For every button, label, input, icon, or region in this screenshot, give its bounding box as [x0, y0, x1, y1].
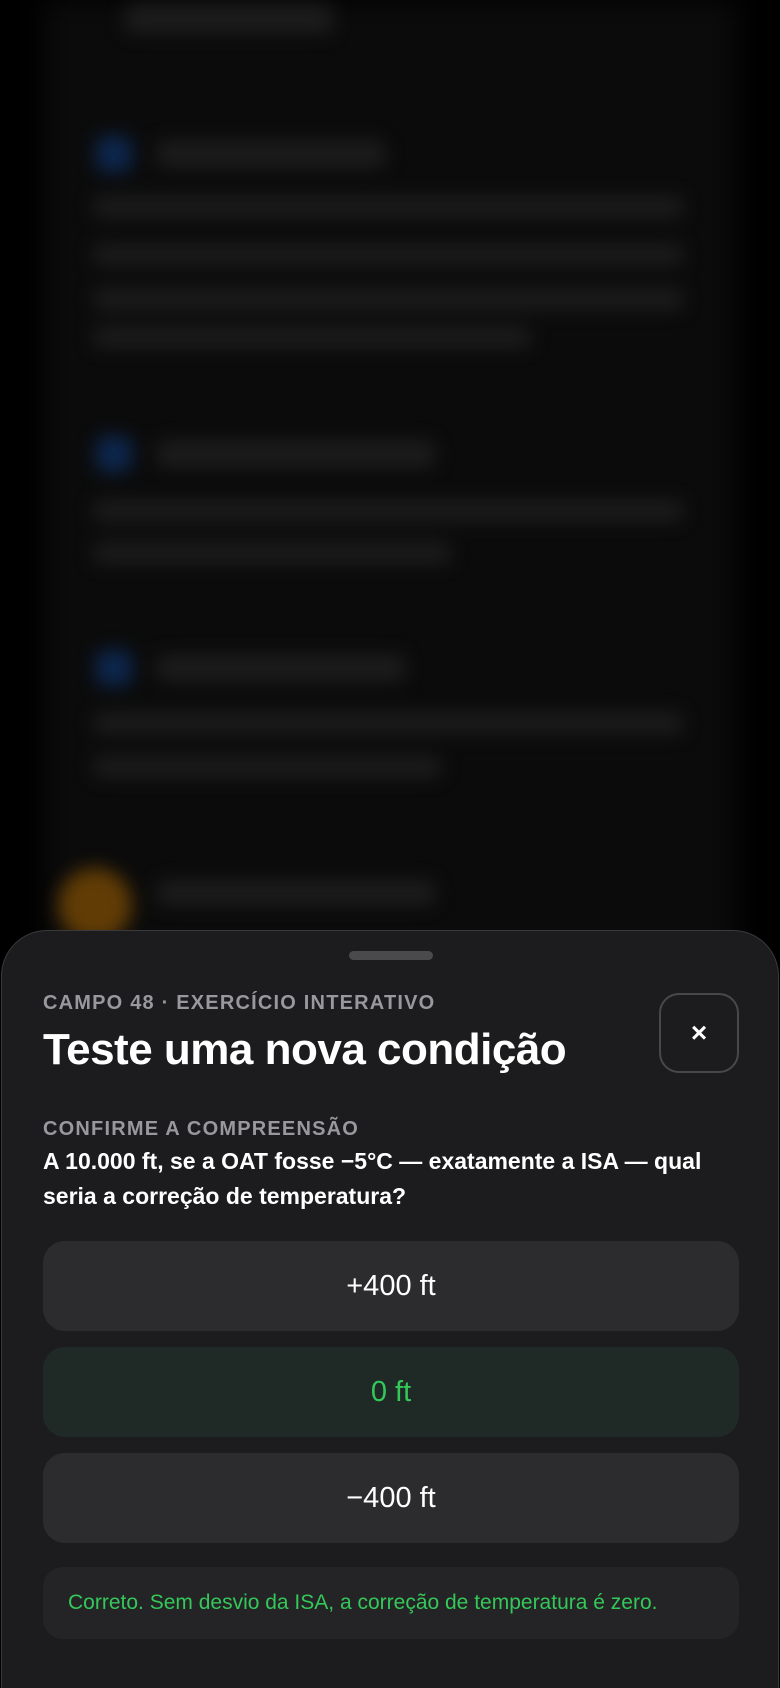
- answer-option-plus-400[interactable]: +400 ft: [43, 1241, 739, 1331]
- blurred-text: [92, 244, 684, 266]
- blurred-content: [0, 0, 780, 960]
- section-label: CONFIRME A COMPREENSÃO: [43, 1118, 360, 1140]
- blurred-text: [92, 196, 684, 218]
- blurred-heading: [156, 654, 406, 682]
- close-button[interactable]: ×: [659, 993, 739, 1073]
- blurred-text: [92, 326, 532, 348]
- sheet-title: Teste uma nova condição: [43, 1025, 567, 1074]
- blurred-text: [92, 500, 684, 522]
- answer-option-label: −400 ft: [346, 1481, 436, 1514]
- blurred-icon: [96, 136, 132, 172]
- blurred-icon: [96, 436, 132, 472]
- sheet-kicker: CAMPO 48 · EXERCÍCIO INTERATIVO: [43, 992, 436, 1014]
- blurred-text: [92, 288, 684, 310]
- blurred-heading: [156, 140, 386, 168]
- feedback-text: Correto. Sem desvio da ISA, a correção d…: [68, 1591, 658, 1614]
- answer-option-label: +400 ft: [346, 1269, 436, 1302]
- feedback-message: Correto. Sem desvio da ISA, a correção d…: [43, 1567, 739, 1639]
- answer-option-minus-400[interactable]: −400 ft: [43, 1453, 739, 1543]
- answer-option-zero-correct[interactable]: 0 ft: [43, 1347, 739, 1437]
- blurred-text: [92, 542, 452, 564]
- sheet-grabber-handle[interactable]: [349, 951, 433, 960]
- answer-option-label: 0 ft: [370, 1375, 412, 1408]
- blurred-text: [92, 712, 684, 734]
- blurred-heading: [156, 440, 436, 468]
- close-icon: ×: [690, 1017, 708, 1048]
- blurred-text: [156, 880, 436, 906]
- blurred-icon: [96, 650, 132, 686]
- blurred-text: [124, 4, 334, 34]
- bottom-sheet: CAMPO 48 · EXERCÍCIO INTERATIVO Teste um…: [1, 930, 779, 1688]
- question-text: A 10.000 ft, se a OAT fosse −5°C — exata…: [43, 1148, 702, 1209]
- blurred-text: [92, 756, 442, 778]
